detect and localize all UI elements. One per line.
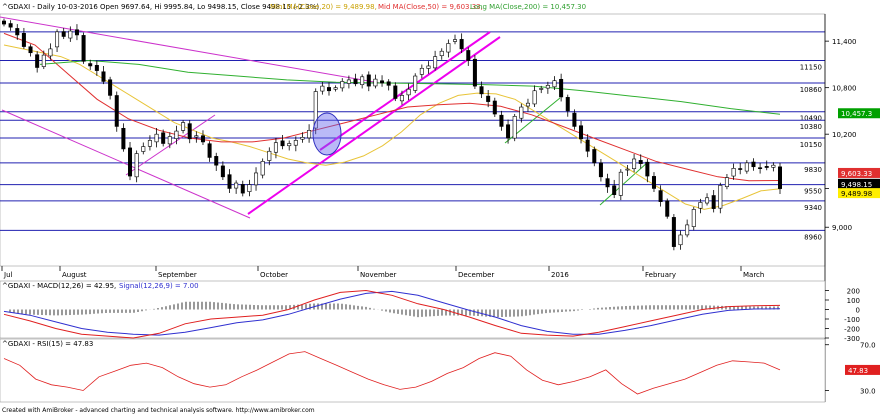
macd-tick-label: -300	[844, 335, 860, 343]
macd-tick-label: 0	[856, 307, 860, 315]
level-label: 9340	[804, 204, 822, 212]
level-label: 9830	[804, 166, 822, 174]
price-tick-label: 10,800	[832, 85, 857, 93]
month-label: October	[260, 271, 288, 279]
candle	[618, 169, 623, 201]
macd-tick-label: -200	[844, 326, 860, 334]
macd-axis: 200100 0-100 -200-300	[825, 288, 860, 343]
chart-window: 11150 10860 10490 10380 10150 9830 9550 9340 896…	[0, 0, 880, 415]
macd-header: ^GDAXI - MACD(12,26) = 42.95,	[2, 282, 116, 290]
price-tick-label: 9,000	[832, 224, 852, 232]
highlight-ellipse	[312, 112, 342, 156]
level-label: 10490	[800, 115, 822, 123]
rsi-value-text: 47.83	[848, 367, 868, 375]
rsi-axis: 70.0 30.0 47.83	[825, 342, 880, 396]
ma200-value-box-text: 10,457.3	[841, 110, 872, 118]
ma20-value-box-text: 9,489.98	[841, 190, 872, 198]
last-value-boxes: 10,457.3 9,603.33 9,498.159,489.98	[838, 108, 880, 199]
rsi-header: ^GDAXI - RSI(15) = 47.83	[2, 340, 93, 348]
month-label: September	[158, 271, 197, 279]
macd-tick-label: 200	[847, 288, 860, 296]
month-axis: Jul August September October November Decembe…	[1, 266, 764, 279]
month-label: Jul	[3, 271, 13, 279]
candle	[114, 91, 119, 132]
ma200-header: Long MA(Close,200) = 10,457.30	[470, 3, 586, 11]
candle	[691, 206, 696, 231]
macd-tick-label: 100	[847, 297, 860, 305]
price-tick-label: 10,200	[832, 131, 857, 139]
chart-canvas: 11150 10860 1049010380 10150 9830 9550 9340 896…	[0, 3, 880, 414]
month-label: 2016	[551, 271, 569, 279]
ma50-header: Mid MA(Close,50) = 9,603.33,	[378, 3, 483, 11]
rsi-tick-label: 30.0	[860, 388, 876, 396]
level-label: 10150	[800, 141, 822, 149]
candle	[472, 55, 477, 89]
month-label: March	[743, 271, 764, 279]
candle	[128, 141, 133, 181]
macd-tick-label: -100	[844, 316, 860, 324]
candle	[665, 198, 670, 219]
rsi-pane[interactable]	[0, 338, 826, 403]
footer-credit: Created with AmiBroker - advanced charti…	[2, 407, 315, 414]
candle	[413, 73, 418, 94]
month-label: December	[458, 271, 494, 279]
level-label: 11150	[800, 64, 822, 72]
candle	[671, 214, 676, 251]
candle	[512, 113, 517, 142]
rsi-tick-label: 70.0	[860, 342, 876, 350]
month-label: August	[62, 271, 87, 279]
price-axis: 9,000 10,200 10,800 11,400	[824, 14, 857, 402]
level-label: 8960	[804, 233, 822, 241]
ma20-header: Mini MA(Close,20) = 9,489.98,	[270, 3, 377, 11]
level-label: 9550	[804, 188, 822, 196]
level-label: 10860	[800, 86, 822, 94]
ma50-value-box-text: 9,603.33	[841, 170, 872, 178]
price-tick-label: 11,400	[832, 38, 857, 46]
price-value-box-text: 9,498.15	[841, 181, 872, 189]
month-label: February	[645, 271, 676, 279]
macd-signal-header: Signal(12,26,9) = 7.00	[119, 282, 199, 290]
month-label: November	[360, 271, 397, 279]
level-label: 10380	[800, 123, 822, 131]
candle	[81, 32, 86, 64]
